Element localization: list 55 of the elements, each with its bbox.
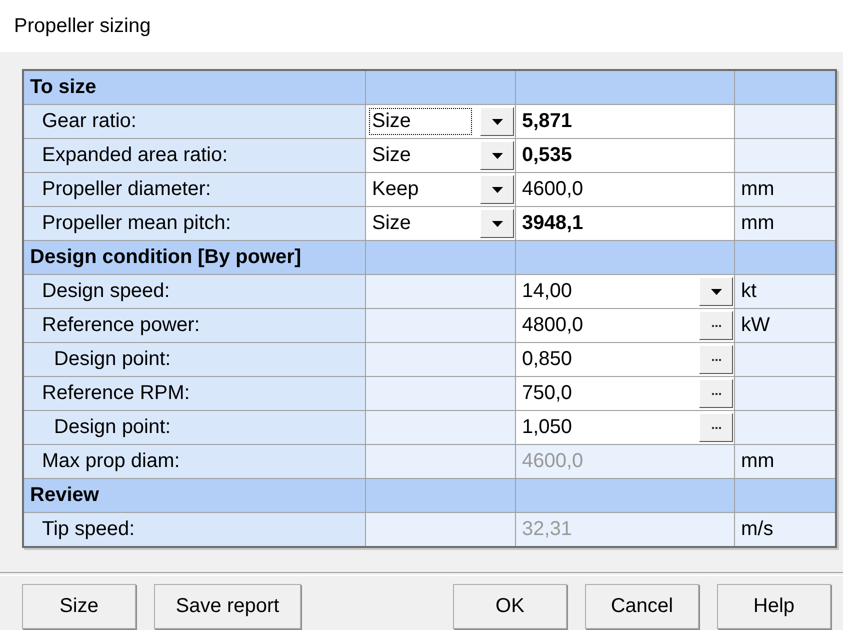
value-field[interactable]: 1,050 [516,411,734,444]
property-label: Design speed: [24,275,365,308]
value-field[interactable]: 14,00 [516,275,734,308]
property-label: Gear ratio: [24,105,365,138]
property-label: Propeller mean pitch: [24,207,365,240]
dropdown-button[interactable] [480,209,514,238]
browse-button[interactable] [699,345,733,374]
dropdown-button[interactable] [480,107,514,136]
window-title: Propeller sizing [13,14,152,38]
mode-dropdown[interactable]: Size [366,139,515,172]
value-field[interactable]: 4800,0 [516,309,734,342]
value-field[interactable]: 750,0 [516,377,734,410]
caret-icon [492,186,502,192]
caret-icon [492,152,502,158]
caret-icon [492,220,502,226]
unit-label: kW [735,309,835,342]
value-field[interactable]: 3948,1 [516,207,734,240]
dropdown-button[interactable] [699,277,733,306]
property-label: Reference power: [24,309,365,342]
value-field[interactable]: 4600,0 [516,173,734,206]
property-label: Reference RPM: [24,377,365,410]
dialog-button[interactable]: Size [22,584,136,629]
browse-button[interactable] [699,311,733,340]
dropdown-button[interactable] [480,175,514,204]
unit-label: mm [735,445,835,478]
property-label: Max prop diam: [24,445,365,478]
dialog-button[interactable]: OK [453,584,567,629]
section-header: Design condition [By power] [24,241,365,274]
dialog-button[interactable]: Cancel [585,584,699,629]
unit-label: m/s [735,513,835,546]
dialog-button[interactable]: Save report [154,584,301,629]
value-cell: 4600,0 [516,445,734,478]
property-label: Design point: [24,343,365,376]
dropdown-button[interactable] [480,141,514,170]
mode-dropdown[interactable]: Size [366,207,515,240]
unit-label: kt [735,275,835,308]
section-header: Review [24,479,365,512]
browse-button[interactable] [699,413,733,442]
mode-dropdown[interactable]: Keep [366,173,515,206]
browse-button[interactable] [699,379,733,408]
mode-dropdown[interactable]: Size [366,105,515,138]
value-field[interactable]: 0,850 [516,343,734,376]
property-label: Expanded area ratio: [24,139,365,172]
value-field[interactable]: 5,871 [516,105,734,138]
dialog-button[interactable]: Help [717,584,831,629]
caret-icon [492,118,502,124]
property-label: Design point: [24,411,365,444]
property-label: Tip speed: [24,513,365,546]
section-header: To size [24,71,365,104]
value-cell: 32,31 [516,513,734,546]
value-field[interactable]: 0,535 [516,139,734,172]
unit-label: mm [735,207,835,240]
unit-label: mm [735,173,835,206]
caret-icon [710,288,722,294]
property-label: Propeller diameter: [24,173,365,206]
